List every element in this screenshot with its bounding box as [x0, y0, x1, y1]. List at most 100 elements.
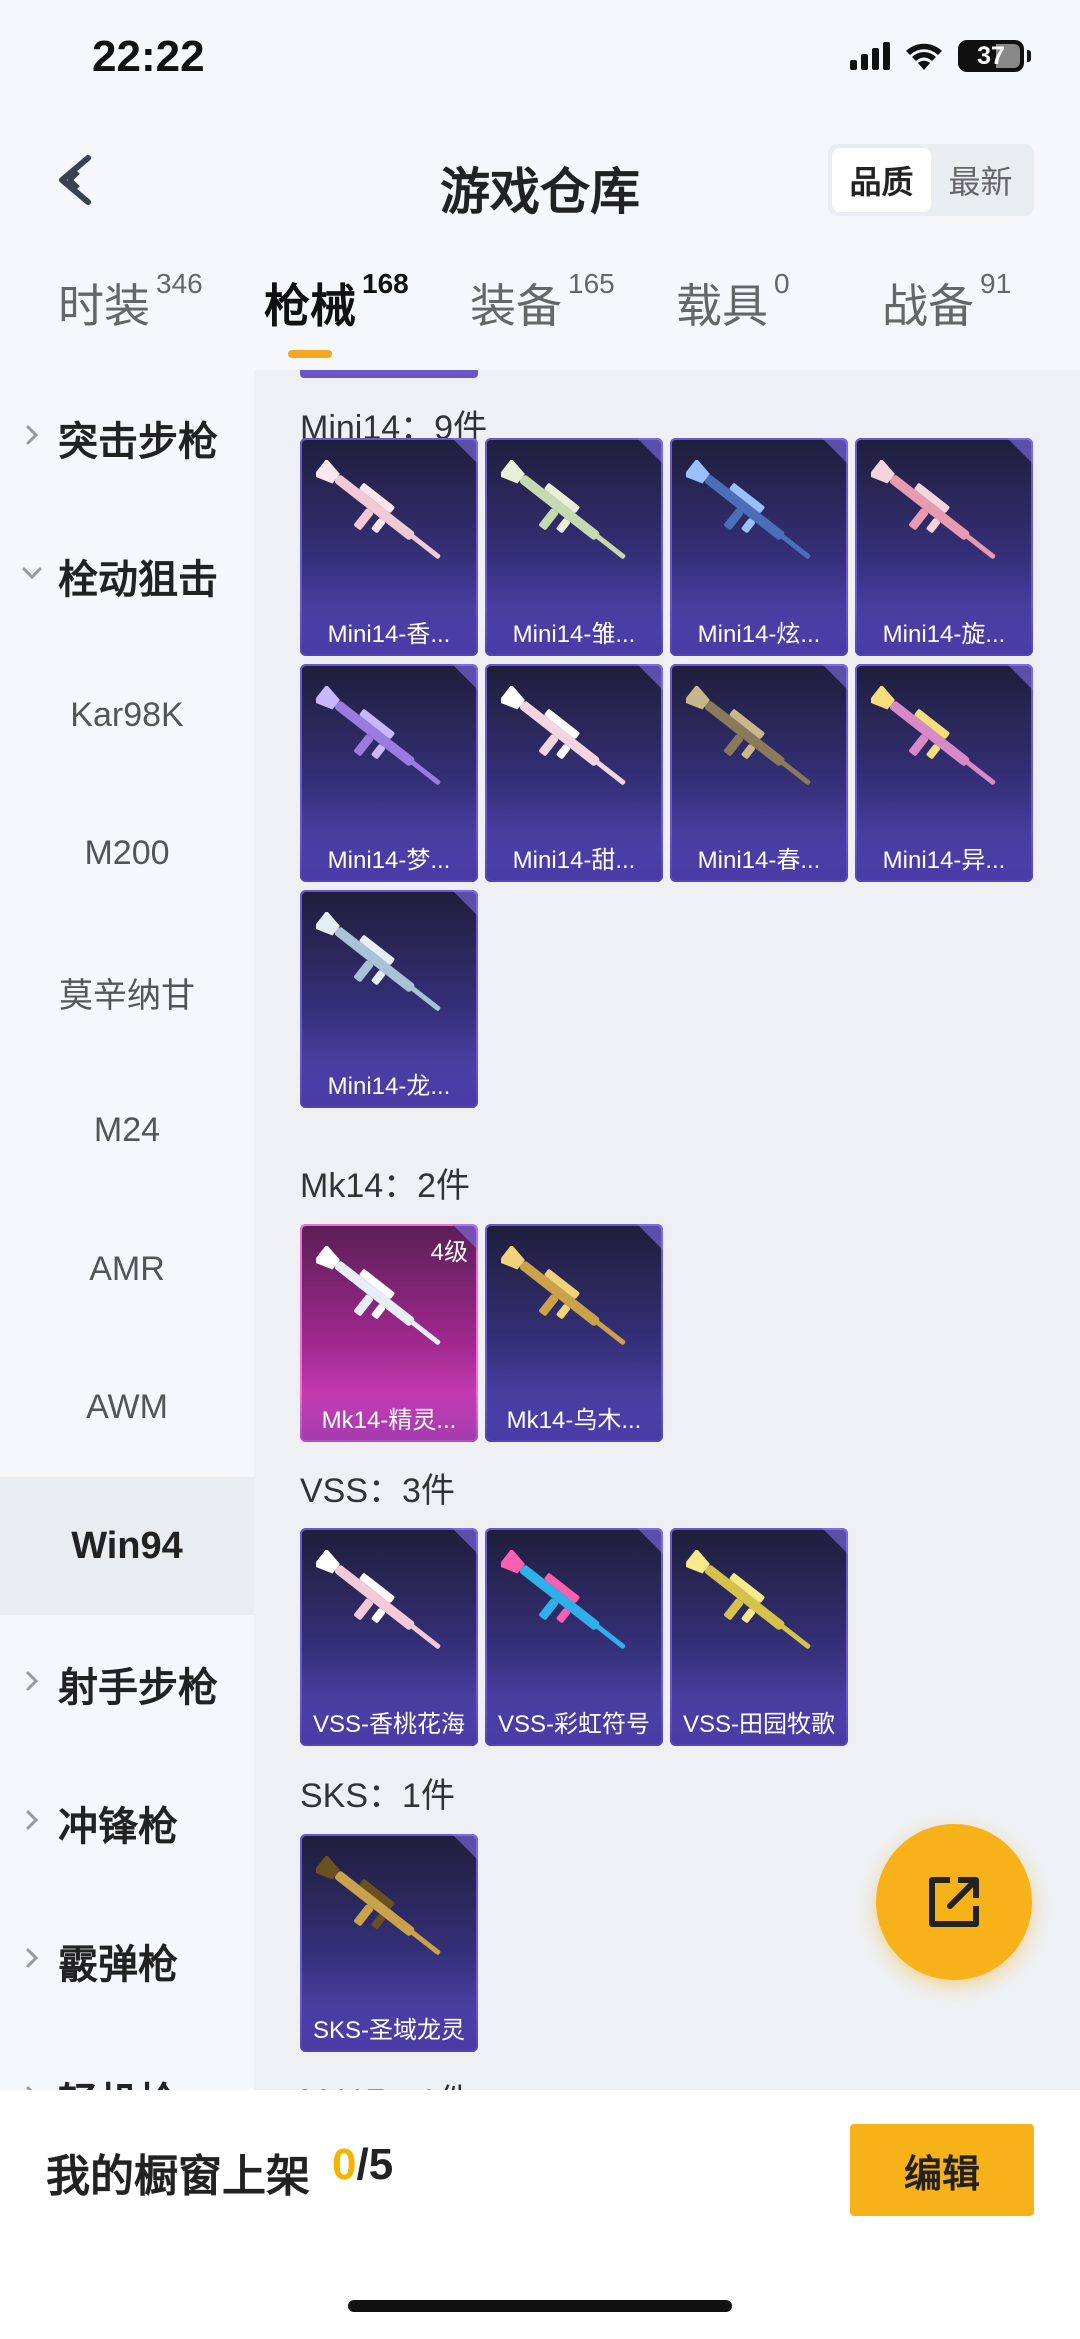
tab-gear[interactable]: 战备 91 — [882, 268, 1011, 336]
sidebar-item-label: AMR — [89, 1249, 165, 1288]
weapon-card[interactable]: Mini14-春... — [670, 664, 848, 882]
weapon-image — [501, 686, 626, 785]
weapon-type-sidebar: 突击步枪 栓动狙击 Kar98K M200 莫辛纳甘 M24 AMR AWM W… — [0, 370, 254, 2090]
weapon-name: VSS-香桃花海 — [300, 1696, 478, 1746]
sidebar-item-lmg[interactable]: 轻机枪 — [0, 2030, 254, 2090]
weapon-image — [686, 460, 811, 559]
weapon-image — [501, 460, 626, 559]
tab-outfits[interactable]: 时装 346 — [58, 268, 203, 336]
category-tabs: 时装 346 枪械 168 装备 165 载具 0 战备 91 — [0, 260, 1080, 370]
chevron-right-icon — [26, 1948, 39, 1968]
weapon-name: VSS-田园牧歌 — [670, 1696, 848, 1746]
group-title-mk14: Mk14：2件 — [300, 1167, 471, 1205]
weapon-card[interactable]: VSS-彩虹符号 — [485, 1528, 663, 1746]
weapon-card[interactable]: Mini14-炫... — [670, 438, 848, 656]
weapon-name: Mini14-旋... — [855, 606, 1033, 656]
showcase-used-count: 0 — [332, 2140, 357, 2189]
weapon-card[interactable]: Mini14-甜... — [485, 664, 663, 882]
weapon-card[interactable]: SKS-圣域龙灵 — [300, 1834, 478, 2052]
status-time: 22:22 — [92, 32, 205, 81]
weapon-name: SKS-圣域龙灵 — [300, 2002, 478, 2052]
battery-level: 37 — [977, 41, 1005, 70]
sidebar-item-label: M200 — [84, 833, 170, 872]
weapon-image — [316, 1550, 441, 1649]
sidebar-item-label: 栓动狙击 — [58, 558, 218, 602]
tab-label: 枪械 — [264, 280, 356, 332]
tab-count: 346 — [156, 268, 203, 299]
weapon-image — [316, 912, 441, 1011]
weapon-image — [501, 1246, 626, 1345]
sidebar-item-label: 冲锋枪 — [58, 1805, 178, 1849]
weapon-card[interactable]: VSS-香桃花海 — [300, 1528, 478, 1746]
weapon-name: Mini14-炫... — [670, 606, 848, 656]
wifi-icon — [904, 40, 944, 72]
weapon-name: VSS-彩虹符号 — [485, 1696, 663, 1746]
sidebar-item-bolt-sniper[interactable]: 栓动狙击 — [0, 507, 254, 645]
edit-button[interactable]: 编辑 — [850, 2124, 1034, 2216]
weapon-name: Mini14-香... — [300, 606, 478, 656]
weapon-name: Mk14-乌木... — [485, 1392, 663, 1442]
weapon-card[interactable]: Mini14-香... — [300, 438, 478, 656]
showcase-total: /5 — [356, 2140, 394, 2189]
weapon-card[interactable]: Mini14-旋... — [855, 438, 1033, 656]
weapon-name: Mini14-雏... — [485, 606, 663, 656]
weapon-card[interactable]: Mini14-梦... — [300, 664, 478, 882]
status-bar: 22:22 37 — [0, 0, 1080, 120]
sidebar-item-label: 轻机枪 — [58, 2070, 178, 2090]
card-edge — [300, 370, 478, 378]
sort-toggle: 品质 最新 — [828, 144, 1034, 216]
weapon-image — [316, 686, 441, 785]
weapon-image — [501, 1550, 626, 1649]
sidebar-item-m24[interactable]: M24 — [0, 1061, 254, 1199]
sidebar-item-amr[interactable]: AMR — [0, 1200, 254, 1338]
weapon-card[interactable]: Mk14-精灵... 4级 — [300, 1224, 478, 1442]
tab-label: 载具 — [676, 280, 768, 332]
weapon-image — [871, 460, 996, 559]
weapon-image — [316, 460, 441, 559]
sidebar-item-label: 突击步枪 — [58, 420, 218, 464]
weapon-card[interactable]: VSS-田园牧歌 — [670, 1528, 848, 1746]
sidebar-item-label: Win94 — [71, 1524, 183, 1567]
weapon-image — [686, 1550, 811, 1649]
sort-newest-button[interactable]: 最新 — [931, 148, 1030, 212]
sidebar-item-assault-rifle[interactable]: 突击步枪 — [0, 370, 254, 507]
weapon-card[interactable]: Mini14-龙... — [300, 890, 478, 1108]
sidebar-item-marksman-rifle[interactable]: 射手步枪 — [0, 1615, 254, 1753]
sidebar-item-smg[interactable]: 冲锋枪 — [0, 1754, 254, 1892]
sidebar-item-label: AWM — [86, 1387, 168, 1426]
level-badge: 4级 — [430, 1239, 468, 1266]
battery-icon: 37 — [958, 40, 1031, 72]
tab-count: 0 — [774, 268, 790, 299]
sidebar-item-mosin[interactable]: 莫辛纳甘 — [0, 923, 254, 1061]
tab-weapons[interactable]: 枪械 168 — [264, 268, 409, 358]
weapon-name: Mini14-春... — [670, 832, 848, 882]
tab-count: 165 — [568, 268, 615, 299]
signal-icon — [850, 42, 890, 70]
tab-vehicles[interactable]: 载具 0 — [676, 268, 790, 336]
external-link-icon — [929, 1877, 979, 1927]
weapon-card[interactable]: Mk14-乌木... — [485, 1224, 663, 1442]
tab-equipment[interactable]: 装备 165 — [470, 268, 615, 336]
tab-label: 时装 — [58, 280, 150, 332]
sidebar-item-m200[interactable]: M200 — [0, 784, 254, 922]
sidebar-item-label: 射手步枪 — [58, 1666, 218, 1710]
weapon-image — [871, 686, 996, 785]
chevron-down-icon — [22, 567, 42, 580]
sidebar-item-shotgun[interactable]: 霰弹枪 — [0, 1892, 254, 2030]
sidebar-item-label: 莫辛纳甘 — [59, 976, 195, 1015]
sidebar-item-awm[interactable]: AWM — [0, 1338, 254, 1476]
sidebar-item-win94[interactable]: Win94 — [0, 1477, 254, 1615]
group-title-m417: M417：1件 — [300, 2074, 472, 2090]
home-indicator — [348, 2300, 732, 2312]
weapon-card[interactable]: Mini14-异... — [855, 664, 1033, 882]
share-button[interactable] — [876, 1824, 1032, 1980]
weapon-card[interactable]: Mini14-雏... — [485, 438, 663, 656]
weapon-name: Mini14-甜... — [485, 832, 663, 882]
sidebar-item-label: Kar98K — [70, 695, 184, 734]
sort-quality-button[interactable]: 品质 — [832, 148, 931, 212]
chevron-right-icon — [26, 1671, 39, 1691]
tab-active-indicator — [288, 350, 332, 358]
sidebar-item-kar98k[interactable]: Kar98K — [0, 646, 254, 784]
chevron-right-icon — [26, 1810, 39, 1830]
group-title-vss: VSS：3件 — [300, 1472, 455, 1510]
